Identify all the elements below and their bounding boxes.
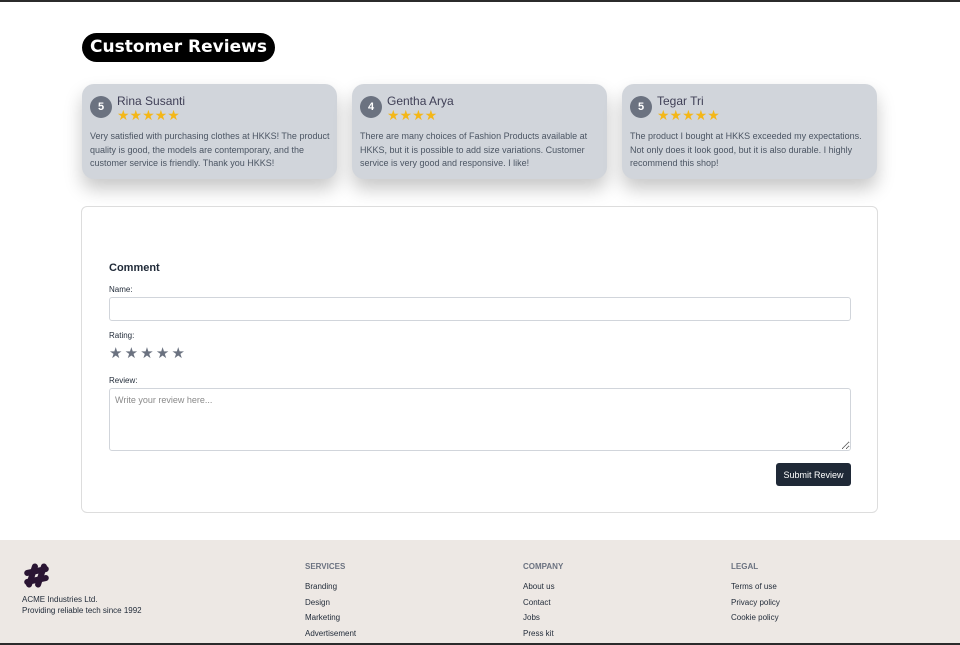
- star-2-icon[interactable]: ★: [125, 345, 138, 362]
- footer-link-privacy[interactable]: Privacy policy: [731, 598, 780, 607]
- footer-link-terms[interactable]: Terms of use: [731, 582, 777, 591]
- footer-link-cookie[interactable]: Cookie policy: [731, 613, 779, 622]
- hash-logo-icon: [24, 563, 49, 588]
- services-title: SERVICES: [305, 562, 346, 571]
- submit-review-button[interactable]: Submit Review: [776, 463, 851, 486]
- review-card: 5 Rina Susanti ★★★★★ Very satisfied with…: [82, 84, 337, 179]
- star-1-icon[interactable]: ★: [109, 345, 122, 362]
- reviewer-name: Gentha Arya: [387, 94, 454, 108]
- comment-form: Comment Name: Rating: ★ ★ ★ ★ ★ Review: …: [81, 206, 878, 513]
- name-input[interactable]: [109, 297, 851, 321]
- rating-badge: 5: [90, 96, 112, 118]
- rating-badge: 4: [360, 96, 382, 118]
- star-rating-icons: ★★★★: [387, 107, 438, 123]
- footer-link-design[interactable]: Design: [305, 598, 330, 607]
- star-rating-icons: ★★★★★: [657, 107, 720, 123]
- review-card: 5 Tegar Tri ★★★★★ The product I bought a…: [622, 84, 877, 179]
- footer-link-about[interactable]: About us: [523, 582, 555, 591]
- rating-input[interactable]: ★ ★ ★ ★ ★: [109, 344, 185, 364]
- company-tagline: Providing reliable tech since 1992: [22, 606, 142, 615]
- footer-link-advertisement[interactable]: Advertisement: [305, 629, 356, 638]
- name-label: Name:: [109, 285, 133, 294]
- star-5-icon[interactable]: ★: [172, 345, 185, 362]
- footer-link-press-kit[interactable]: Press kit: [523, 629, 554, 638]
- top-border: [0, 0, 960, 2]
- page-title: Customer Reviews: [82, 33, 275, 62]
- reviewer-name: Rina Susanti: [117, 94, 186, 108]
- rating-label: Rating:: [109, 331, 135, 340]
- review-textarea[interactable]: [109, 388, 851, 451]
- review-label: Review:: [109, 376, 138, 385]
- star-3-icon[interactable]: ★: [140, 345, 153, 362]
- footer-link-marketing[interactable]: Marketing: [305, 613, 340, 622]
- rating-badge: 5: [630, 96, 652, 118]
- review-text: There are many choices of Fashion Produc…: [360, 131, 588, 168]
- review-text: Very satisfied with purchasing clothes a…: [90, 131, 330, 168]
- form-title: Comment: [109, 262, 160, 274]
- reviewer-name: Tegar Tri: [657, 94, 704, 108]
- footer-link-contact[interactable]: Contact: [523, 598, 551, 607]
- review-card: 4 Gentha Arya ★★★★ There are many choice…: [352, 84, 607, 179]
- footer-link-jobs[interactable]: Jobs: [523, 613, 540, 622]
- company-title: COMPANY: [523, 562, 564, 571]
- review-text: The product I bought at HKKS exceeded my…: [630, 131, 862, 168]
- company-name: ACME Industries Ltd.: [22, 595, 98, 604]
- footer: ACME Industries Ltd. Providing reliable …: [0, 540, 960, 645]
- legal-title: LEGAL: [731, 562, 759, 571]
- star-4-icon[interactable]: ★: [156, 345, 169, 362]
- footer-link-branding[interactable]: Branding: [305, 582, 337, 591]
- star-rating-icons: ★★★★★: [117, 107, 180, 123]
